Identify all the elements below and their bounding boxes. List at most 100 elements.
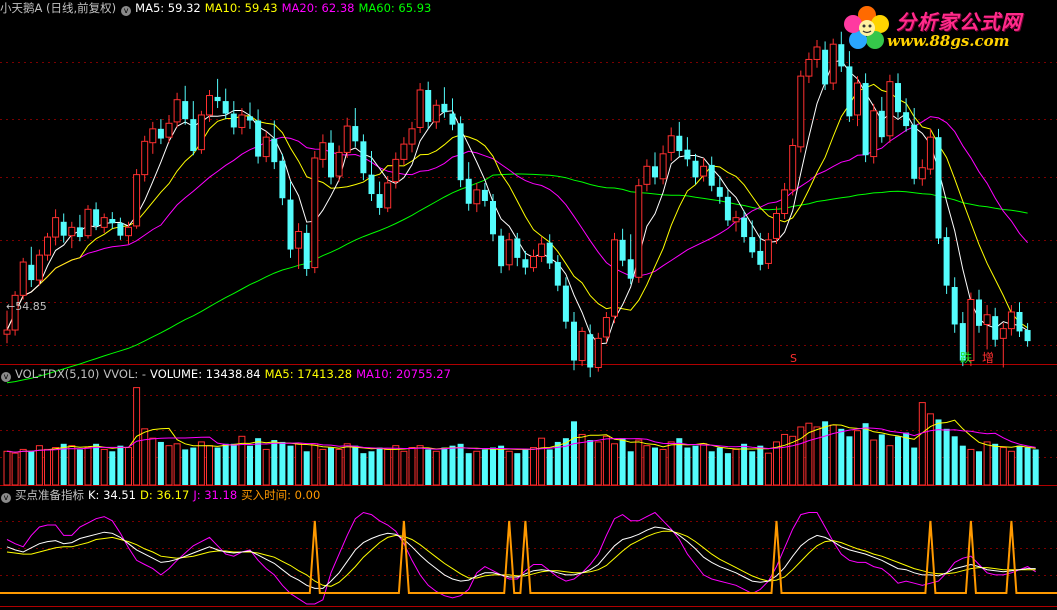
vol-settings-circle-icon[interactable]: v: [1, 372, 11, 382]
volume-bar-up: [659, 448, 667, 486]
kdj-settings-circle-icon[interactable]: v: [1, 493, 11, 503]
volume-bar-up: [813, 426, 821, 486]
candle-body-down: [627, 259, 634, 279]
candle-body-up: [473, 189, 481, 205]
volume-bar-down: [514, 453, 521, 485]
candle-body-up: [400, 143, 408, 160]
candle-body-up: [635, 185, 643, 278]
volume-bar-up: [35, 445, 43, 486]
volume-bar-up: [667, 441, 675, 486]
candle-body-up: [392, 158, 400, 183]
candle-body-down: [190, 119, 197, 152]
candle-body-down: [109, 219, 116, 224]
candle-body-down: [1024, 330, 1031, 342]
volume-bar-up: [68, 445, 76, 486]
volume-bar-up: [700, 443, 708, 486]
volume-bar-down: [571, 421, 577, 485]
candle-body-up: [854, 82, 861, 116]
candle-body-down: [287, 199, 294, 250]
volume-bar-down: [708, 451, 715, 485]
volume-bar-up: [789, 435, 797, 486]
candle-body-up: [52, 217, 60, 238]
volume-bar-up: [384, 448, 392, 486]
volume-bar-down: [465, 453, 472, 485]
vol-indicator-name[interactable]: VOL-TDX(5,10): [15, 367, 99, 381]
candle-body-down: [619, 239, 626, 261]
volume-bar-up: [918, 402, 926, 486]
volume-bar-down: [117, 445, 124, 485]
volume-bar-down: [457, 443, 464, 485]
candle-body-up: [408, 128, 416, 145]
candle-body-down: [546, 242, 553, 264]
candle-body-up: [319, 142, 327, 160]
volume-bar-up: [797, 426, 805, 486]
candle-body-down: [587, 334, 594, 368]
volume-bar-down: [554, 441, 561, 485]
candle-body-up: [983, 314, 991, 325]
volume-bar-down: [822, 421, 829, 485]
buy-time-readout: 买入时间: 0.00: [241, 488, 321, 502]
volume-bar-up: [432, 450, 440, 486]
volume-bar-down: [449, 445, 456, 485]
chart-canvas[interactable]: ←54.85 S 跌增: [0, 0, 1057, 607]
candle-body-down: [554, 262, 561, 286]
candle-body-down: [279, 160, 286, 199]
candle-body-down: [247, 116, 253, 121]
volume-bar-down: [992, 443, 999, 485]
volume-bar-up: [262, 448, 270, 486]
volume-bar-down: [76, 449, 83, 485]
candle-body-down: [28, 264, 35, 281]
j-readout: J: 31.18: [193, 488, 238, 502]
candle-body-up: [700, 165, 708, 177]
candle-body-down: [976, 299, 982, 326]
candle-body-up: [384, 182, 392, 209]
candle-body-down: [878, 110, 885, 138]
candle-body-down: [360, 141, 367, 174]
candle-body-up: [813, 46, 821, 60]
volume-bar-down: [619, 438, 626, 485]
candle-body-up: [44, 236, 51, 256]
candle-body-down: [741, 217, 748, 238]
volume-bar-down: [676, 438, 683, 485]
volume-bar-down: [1016, 445, 1023, 485]
signal-die-label: 跌: [960, 350, 972, 365]
volume-bar-up: [392, 445, 400, 486]
volume-bar-down: [959, 445, 966, 485]
volume-bar-up: [926, 413, 934, 486]
candle-body-up: [295, 231, 303, 249]
candle-body-down: [230, 113, 237, 128]
volume-bar-up: [84, 447, 92, 486]
low-price-label: ←54.85: [6, 300, 47, 313]
volume-bar-up: [311, 443, 319, 486]
volume-bar-up: [400, 450, 408, 486]
candle-body-down: [943, 237, 950, 286]
volume-bar-up: [416, 445, 424, 486]
kdj-indicator-name[interactable]: 买点准备指标: [15, 488, 84, 502]
settings-circle-icon[interactable]: v: [121, 6, 132, 16]
candle-body-up: [538, 243, 546, 257]
volume-bar-up: [335, 448, 343, 486]
volume-bar-down: [692, 445, 699, 485]
candle-body-up: [797, 75, 805, 148]
candle-body-up: [732, 217, 740, 223]
volume-bar-down: [587, 440, 594, 485]
volume-bar-down: [352, 445, 359, 485]
candle-body-up: [886, 81, 894, 137]
candle-body-down: [481, 189, 488, 201]
volume-bar-down: [627, 451, 634, 485]
volume-bar-up: [732, 448, 740, 486]
volume-bar-up: [854, 430, 861, 486]
candle-body-down: [498, 235, 505, 267]
volume-bar-down: [190, 447, 197, 485]
volume-bar-down: [741, 443, 748, 485]
candle-body-down: [895, 83, 901, 113]
candle-body-up: [311, 157, 319, 269]
volume-bar-up: [100, 448, 108, 486]
stock-title[interactable]: 小天鹅A (日线,前复权): [0, 1, 116, 15]
candle-body-up: [602, 317, 610, 338]
vol-ma10-readout: MA10: 20755.27: [356, 367, 451, 381]
volume-bar-down: [376, 447, 383, 485]
candle-body-up: [530, 255, 537, 269]
candle-body-up: [918, 167, 926, 180]
candle-body-down: [749, 237, 756, 253]
